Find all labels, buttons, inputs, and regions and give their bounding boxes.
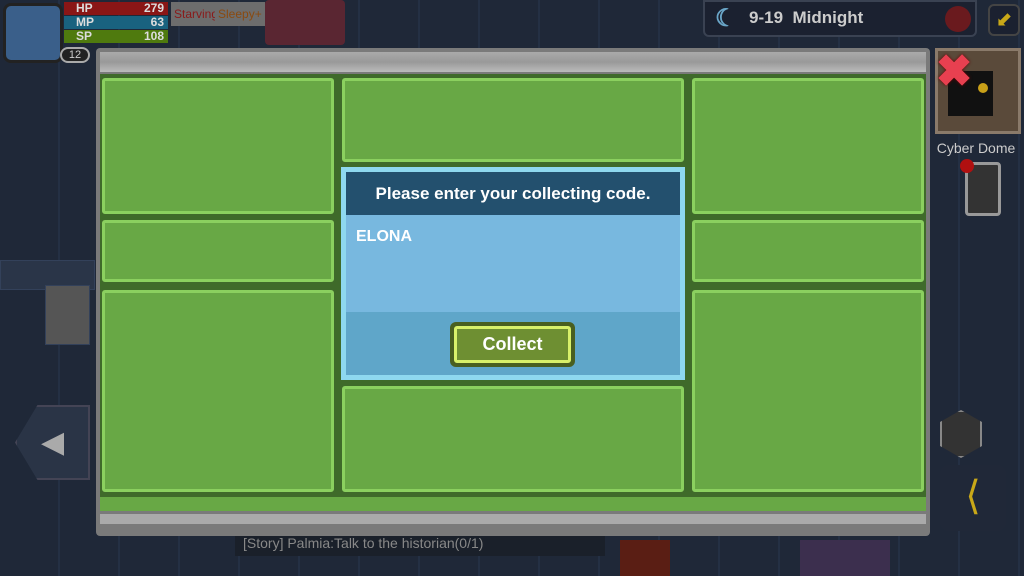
collection-slot[interactable] [102,78,334,214]
clock-time: Midnight [792,8,864,27]
hp-bar: HP 279 [64,2,168,15]
map-object [620,540,670,576]
collection-slot[interactable] [102,220,334,282]
collection-slot[interactable] [102,290,334,492]
code-input[interactable]: ELONA [346,215,680,312]
level-badge: 12 [60,47,90,63]
map-bed [265,0,345,45]
hp-label: HP [76,1,93,15]
clock-panel: ☾ 9-19 Midnight [703,0,977,37]
hp-value: 279 [143,1,164,15]
sp-label: SP [76,29,93,43]
window-top-bar [100,52,926,72]
collection-slot[interactable] [342,386,684,492]
window-bottom-strip [100,497,926,511]
close-icon[interactable]: ✖ [932,50,976,94]
mp-label: MP [76,15,94,29]
network-globe-icon[interactable] [945,6,971,32]
notification-dot [960,159,974,173]
collection-slot[interactable] [692,220,924,282]
character-portrait[interactable] [3,3,63,63]
status-starving: Starving [171,2,222,26]
exit-fullscreen-icon[interactable]: ⬋ [988,4,1020,36]
collection-slot[interactable] [692,290,924,492]
sp-bar: SP 108 [64,30,168,43]
collection-slot[interactable] [692,78,924,214]
mp-value: 63 [150,15,164,29]
status-sleepy: Sleepy+ [215,2,265,26]
collect-label: Collect [454,326,571,363]
minimap-location: Cyber Dome [936,140,1016,156]
code-dialog: Please enter your collecting code. ELONA… [341,167,685,380]
sp-value: 108 [143,29,164,43]
map-object [800,540,890,576]
phone-icon[interactable] [960,159,1001,216]
bow-weapon-icon[interactable]: ⟨ [940,465,1006,531]
map-machine [45,285,90,345]
mp-bar: MP 63 [64,16,168,29]
moon-icon: ☾ [715,5,737,32]
collect-button[interactable]: Collect [450,322,575,367]
player-marker [978,83,988,93]
clock-date: 9-19 [749,8,784,27]
window-bottom-bar [100,514,926,524]
dialog-title: Please enter your collecting code. [346,172,680,215]
collection-slot[interactable] [342,78,684,162]
